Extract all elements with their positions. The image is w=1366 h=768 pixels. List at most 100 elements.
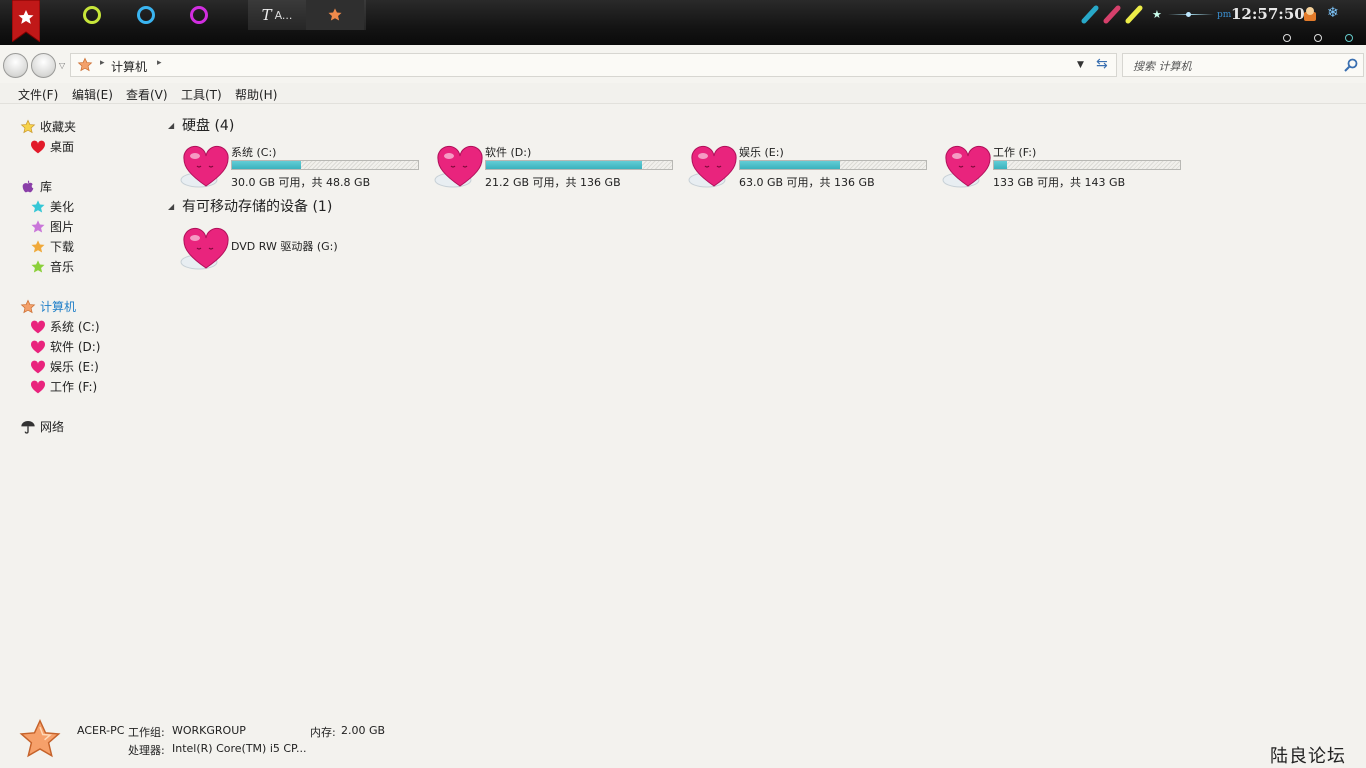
ring-icon — [137, 6, 155, 24]
address-bar[interactable]: ▸ 计算机 ▸ ▼ ⇆ — [70, 53, 1117, 77]
sidebar-item-downloads[interactable]: 下载 — [30, 238, 74, 255]
drive-name: 系统 (C:) — [231, 146, 277, 159]
taskbar-item-explorer[interactable] — [306, 0, 364, 30]
sidebar-item-label: 收藏夹 — [40, 120, 77, 134]
sidebar-item-drive-c[interactable]: 系统 (C:) — [30, 318, 100, 335]
drive-usage-bar — [485, 160, 673, 170]
breadcrumb-chevron-icon[interactable]: ▸ — [100, 58, 105, 68]
drive-usage-fill — [740, 161, 841, 169]
collapse-triangle-icon[interactable]: ◢ — [168, 121, 176, 130]
heart-drive-icon — [30, 380, 46, 393]
heart-drive-icon — [180, 227, 229, 270]
drive-usage-fill — [486, 161, 643, 169]
tray-star-icon[interactable]: ★ — [1152, 8, 1162, 21]
drive-usage-fill — [232, 161, 301, 169]
drive-tile-f[interactable]: 工作 (F:) 133 GB 可用，共 143 GB — [941, 142, 1191, 190]
heart-drive-icon — [942, 145, 991, 188]
processor-value: Intel(R) Core(TM) i5 CP... — [172, 742, 307, 755]
refresh-icon[interactable]: ⇆ — [1096, 56, 1108, 72]
star-icon — [31, 199, 45, 213]
drive-space-info: 21.2 GB 可用，共 136 GB — [485, 176, 621, 189]
sidebar-item-drive-e[interactable]: 娱乐 (E:) — [30, 358, 99, 375]
drive-usage-bar — [993, 160, 1181, 170]
sidebar-item-libraries[interactable]: 库 — [20, 178, 52, 195]
sidebar-item-label: 计算机 — [40, 300, 77, 314]
sidebar-item-beautify[interactable]: 美化 — [30, 198, 74, 215]
group-header-hard-disks[interactable]: ◢ 硬盘 (4) — [168, 115, 234, 135]
ring-icon — [83, 6, 101, 24]
taskbar: T A... ★ pm 12:57:50 ❄ — [0, 0, 1366, 45]
navigation-pane: 收藏夹 桌面 库 美化 图片 下载 音乐 计算机 系统 (C:) 软件 (D:)… — [0, 105, 160, 705]
window-maximize-dot[interactable] — [1314, 34, 1322, 42]
back-button[interactable] — [3, 53, 28, 78]
sidebar-item-drive-f[interactable]: 工作 (F:) — [30, 378, 97, 395]
taskbar-item-font[interactable]: T A... — [248, 0, 306, 30]
star-icon — [20, 299, 36, 313]
heart-drive-icon — [688, 145, 737, 188]
taskbar-item-3[interactable] — [171, 0, 227, 30]
font-icon: T — [261, 6, 272, 24]
drive-tile-e[interactable]: 娱乐 (E:) 63.0 GB 可用，共 136 GB — [687, 142, 937, 190]
clock-time[interactable]: 12:57:50 — [1231, 5, 1305, 23]
sidebar-item-computer[interactable]: 计算机 — [20, 298, 76, 315]
drive-name: 娱乐 (E:) — [739, 146, 784, 159]
collapse-triangle-icon[interactable]: ◢ — [168, 202, 176, 211]
watermark: 陆良论坛 — [1270, 746, 1346, 767]
menu-tools[interactable]: 工具(T) — [181, 86, 222, 103]
snowflake-icon[interactable]: ❄ — [1327, 5, 1339, 21]
breadcrumb-computer[interactable]: 计算机 — [111, 58, 147, 75]
menu-file[interactable]: 文件(F) — [18, 86, 58, 103]
drive-space-info: 63.0 GB 可用，共 136 GB — [739, 176, 875, 189]
sidebar-item-label: 软件 (D:) — [50, 340, 101, 354]
memory-label: 内存: — [310, 726, 336, 739]
pc-name: ACER-PC — [77, 724, 125, 737]
window-close-dot[interactable] — [1345, 34, 1353, 42]
drive-usage-bar — [231, 160, 419, 170]
taskbar-item-2[interactable] — [118, 0, 174, 30]
sidebar-item-favorites[interactable]: 收藏夹 — [20, 118, 76, 135]
search-input[interactable]: 搜索 计算机 — [1122, 53, 1364, 77]
taskbar-active-group: T A... — [248, 0, 366, 30]
sidebar-item-label: 音乐 — [50, 260, 75, 274]
menu-edit[interactable]: 编辑(E) — [72, 86, 113, 103]
menu-view[interactable]: 查看(V) — [126, 86, 168, 103]
history-dropdown-icon[interactable]: ▽ — [59, 61, 65, 70]
drive-tile-dvd[interactable]: DVD RW 驱动器 (G:) — [179, 224, 429, 272]
group-title: 有可移动存储的设备 (1) — [182, 199, 333, 215]
window-minimize-dot[interactable] — [1283, 34, 1291, 42]
sidebar-item-music[interactable]: 音乐 — [30, 258, 74, 275]
sidebar-item-label: 工作 (F:) — [50, 380, 98, 394]
taskbar-item-1[interactable] — [64, 0, 120, 30]
tray-app-icon[interactable] — [1302, 6, 1318, 22]
heart-drive-icon — [30, 360, 46, 373]
sidebar-item-desktop[interactable]: 桌面 — [30, 138, 74, 155]
sidebar-item-pictures[interactable]: 图片 — [30, 218, 74, 235]
drive-tile-d[interactable]: 软件 (D:) 21.2 GB 可用，共 136 GB — [433, 142, 683, 190]
group-header-removable[interactable]: ◢ 有可移动存储的设备 (1) — [168, 196, 332, 216]
sidebar-item-drive-d[interactable]: 软件 (D:) — [30, 338, 100, 355]
star-icon — [31, 219, 45, 233]
apple-icon — [22, 179, 34, 192]
heart-icon — [30, 140, 46, 153]
sidebar-item-label: 系统 (C:) — [50, 320, 100, 334]
drive-space-info: 133 GB 可用，共 143 GB — [993, 176, 1126, 189]
star-icon — [328, 8, 342, 21]
workgroup-value: WORKGROUP — [172, 724, 246, 737]
processor-label: 处理器: — [128, 744, 165, 757]
sidebar-item-label: 下载 — [50, 240, 75, 254]
menu-help[interactable]: 帮助(H) — [235, 86, 277, 103]
clock-ampm: pm — [1217, 10, 1232, 20]
address-dropdown-icon[interactable]: ▼ — [1077, 60, 1084, 70]
drive-tile-c[interactable]: 系统 (C:) 30.0 GB 可用，共 48.8 GB — [179, 142, 429, 190]
forward-button[interactable] — [31, 53, 56, 78]
search-icon[interactable] — [1343, 57, 1359, 73]
breadcrumb-chevron-icon[interactable]: ▸ — [157, 58, 162, 68]
star-icon — [20, 119, 36, 133]
clock-decoration — [1168, 14, 1214, 15]
start-button[interactable] — [12, 0, 40, 42]
heart-drive-icon — [30, 340, 46, 353]
sidebar-item-network[interactable]: 网络 — [20, 418, 64, 435]
drive-usage-fill — [994, 161, 1008, 169]
sidebar-item-label: 桌面 — [50, 140, 75, 154]
star-icon — [31, 259, 45, 273]
